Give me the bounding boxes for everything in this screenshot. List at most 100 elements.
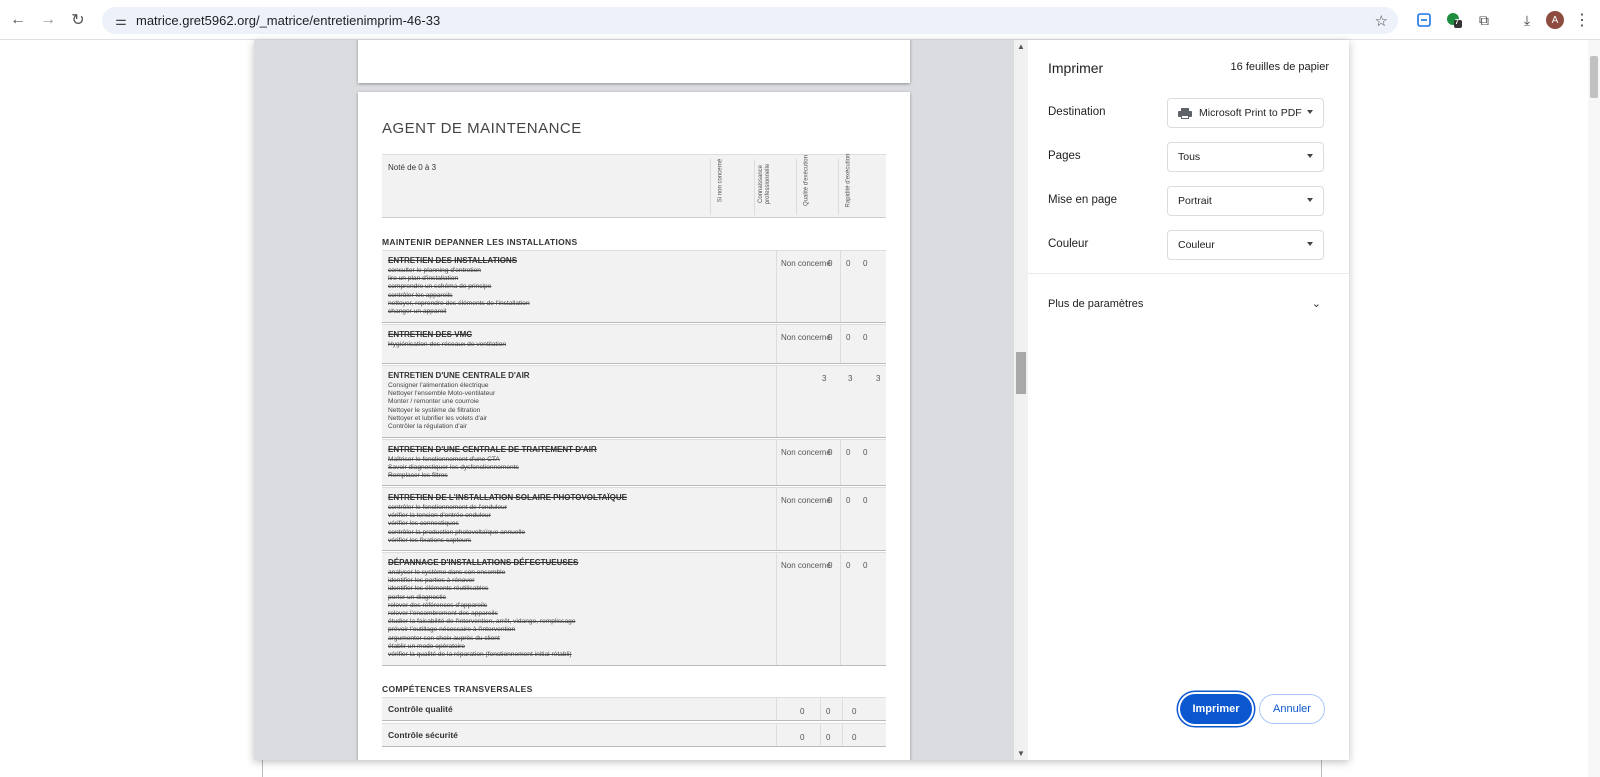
menu-dots-icon[interactable]: ⋮	[1572, 10, 1592, 30]
row-tasks: Consigner l'alimentation électrique Nett…	[388, 382, 496, 431]
table-row: Contrôle qualité 0 0 0	[382, 697, 886, 721]
column-header-label: Si non concerné	[717, 158, 724, 203]
table-row: DÉPANNAGE D'INSTALLATIONS DÉFECTUEUSES an…	[382, 552, 886, 666]
back-icon[interactable]: ←	[2, 4, 34, 36]
preview-page-previous	[358, 40, 910, 83]
print-button[interactable]: Imprimer	[1180, 694, 1252, 724]
row-status: Non concerné	[776, 325, 840, 363]
layout-select[interactable]: Portrait	[1167, 186, 1324, 216]
table-row: Contrôle sécurité 0 0 0	[382, 723, 886, 747]
cancel-button[interactable]: Annuler	[1259, 694, 1325, 724]
row-value: 0	[826, 707, 831, 716]
page-scrollbar-thumb[interactable]	[1590, 56, 1598, 98]
site-info-icon[interactable]: ⚌	[108, 13, 134, 29]
print-preview: AGENT DE MAINTENANCE Noté de 0 à 3 Si no…	[254, 40, 1014, 760]
row-content: ENTRETIEN DE L'INSTALLATION SOLAIRE PHOT…	[382, 488, 770, 551]
row-value: 0	[863, 259, 868, 268]
destination-label: Destination	[1048, 106, 1106, 118]
print-dialog: AGENT DE MAINTENANCE Noté de 0 à 3 Si no…	[254, 40, 1349, 760]
destination-select[interactable]: Microsoft Print to PDF	[1167, 98, 1324, 128]
row-value: 0	[863, 333, 868, 342]
row-title: ENTRETIEN DES INSTALLATIONS	[388, 256, 518, 265]
scroll-up-arrow-icon[interactable]: ▲	[1017, 42, 1025, 51]
row-content: ENTRETIEN DES INSTALLATIONS consulter le …	[382, 251, 770, 322]
column-divider	[840, 553, 841, 665]
column-divider	[840, 325, 841, 363]
row-content: DÉPANNAGE D'INSTALLATIONS DÉFECTUEUSES an…	[382, 553, 770, 665]
row-value: 0	[852, 707, 857, 716]
extension-sync-icon[interactable]	[1414, 10, 1434, 30]
row-title: DÉPANNAGE D'INSTALLATIONS DÉFECTUEUSES	[388, 558, 579, 567]
row-status	[776, 366, 840, 437]
preview-page: AGENT DE MAINTENANCE Noté de 0 à 3 Si no…	[358, 92, 910, 760]
more-settings-toggle[interactable]: Plus de paramètres	[1048, 298, 1143, 310]
row-tasks: analyser le système dans son ensemble id…	[388, 569, 576, 659]
column-header: Si non concerné	[710, 159, 740, 215]
row-title: Contrôle sécurité	[388, 730, 458, 740]
row-value: 0	[846, 448, 851, 457]
row-value: 0	[828, 259, 833, 268]
print-settings-panel: Imprimer 16 feuilles de papier Destinati…	[1028, 40, 1349, 760]
extensions-puzzle-icon[interactable]: ⧉	[1474, 10, 1494, 30]
divider	[1028, 273, 1349, 274]
table-header: Noté de 0 à 3 Si non concerné Connaissan…	[382, 154, 886, 218]
table-row: ENTRETIEN D'UNE CENTRALE DE TRAITEMENT D…	[382, 439, 886, 486]
layout-value: Portrait	[1178, 195, 1212, 207]
row-title: ENTRETIEN D'UNE CENTRALE DE TRAITEMENT D…	[388, 445, 597, 454]
page-content-edge	[262, 757, 1322, 777]
row-content: ENTRETIEN DES VMC Hygiénisation des résea…	[382, 325, 770, 355]
table-row: ENTRETIEN DES VMC Hygiénisation des résea…	[382, 324, 886, 364]
row-tasks: Hygiénisation des réseaux de ventilation	[388, 341, 507, 348]
row-title: ENTRETIEN DES VMC	[388, 330, 473, 339]
row-content: ENTRETIEN D'UNE CENTRALE DE TRAITEMENT D…	[382, 440, 770, 487]
table-row: ENTRETIEN DE L'INSTALLATION SOLAIRE PHOT…	[382, 487, 886, 551]
pages-label: Pages	[1048, 150, 1081, 162]
column-divider	[776, 724, 777, 746]
color-select[interactable]: Couleur	[1167, 230, 1324, 260]
reload-icon[interactable]: ↻	[62, 4, 94, 36]
column-divider	[776, 698, 777, 720]
table-row: ENTRETIEN DES INSTALLATIONS consulter le …	[382, 250, 886, 323]
download-icon[interactable]: ⤓	[1517, 10, 1537, 30]
extension-badge-icon[interactable]: 7	[1444, 10, 1464, 30]
table-row: ENTRETIEN D'UNE CENTRALE D'AIR Consigner …	[382, 365, 886, 438]
browser-toolbar: ← → ↻ ⚌ matrice.gret5962.org/_matrice/en…	[0, 0, 1600, 40]
chevron-down-icon	[1307, 198, 1313, 202]
column-divider	[820, 698, 821, 720]
extension-badge-count: 7	[1455, 19, 1459, 26]
page-scrollbar[interactable]	[1588, 40, 1600, 777]
row-title: ENTRETIEN DE L'INSTALLATION SOLAIRE PHOT…	[388, 493, 627, 502]
printer-icon	[1178, 107, 1192, 119]
chevron-down-icon	[1307, 242, 1313, 246]
column-header-label: Rapidité d'exécution	[845, 153, 852, 208]
forward-icon[interactable]: →	[32, 4, 64, 36]
row-tasks: contrôler le fonctionnement de l'onduleu…	[388, 504, 526, 544]
address-bar[interactable]: ⚌ matrice.gret5962.org/_matrice/entretie…	[102, 7, 1398, 34]
preview-scrollbar[interactable]: ▲ ▼	[1014, 40, 1028, 760]
row-value: 0	[852, 733, 857, 742]
row-value: 0	[846, 333, 851, 342]
profile-avatar[interactable]: A	[1545, 10, 1565, 30]
column-divider	[842, 724, 843, 746]
row-value: 3	[848, 374, 853, 383]
row-value: 0	[828, 448, 833, 457]
chevron-down-icon[interactable]: ⌄	[1312, 297, 1321, 310]
row-value: 0	[863, 561, 868, 570]
column-header-label: Connaissance professionnelle	[758, 163, 771, 205]
preview-scrollbar-thumb[interactable]	[1016, 352, 1026, 394]
scroll-down-arrow-icon[interactable]: ▼	[1017, 749, 1025, 758]
row-value: 0	[828, 496, 833, 505]
print-title: Imprimer	[1048, 60, 1104, 76]
section-heading: COMPÉTENCES TRANSVERSALES	[382, 684, 533, 694]
row-value: 0	[863, 448, 868, 457]
destination-value: Microsoft Print to PDF	[1199, 107, 1302, 119]
row-value: 0	[863, 496, 868, 505]
column-header: Connaissance professionnelle	[754, 159, 784, 215]
column-header-label: Qualité d'exécution	[803, 155, 810, 206]
bookmark-star-icon[interactable]: ☆	[1375, 12, 1388, 30]
column-header: Qualité d'exécution	[796, 155, 826, 215]
url-text[interactable]: matrice.gret5962.org/_matrice/entretieni…	[136, 13, 440, 28]
pages-select[interactable]: Tous	[1167, 142, 1324, 172]
column-divider	[840, 440, 841, 485]
pages-value: Tous	[1178, 151, 1201, 163]
